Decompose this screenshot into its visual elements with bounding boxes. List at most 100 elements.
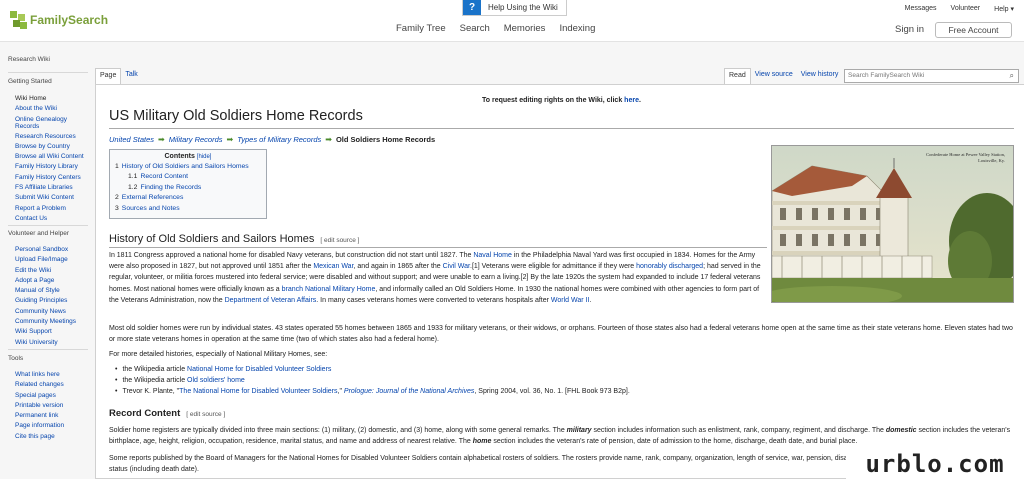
sidebar-item-printable[interactable]: Printable version	[15, 401, 64, 411]
sidebar-item-upload[interactable]: Upload File/Image	[15, 255, 76, 265]
toc-item[interactable]: 1.2 Finding the Records	[128, 183, 266, 193]
edit-source-link[interactable]: [ edit source ]	[186, 411, 225, 418]
sign-in-link[interactable]: Sign in	[895, 24, 924, 35]
nav-indexing[interactable]: Indexing	[559, 23, 595, 34]
toc-item[interactable]: 3 Sources and Notes	[115, 204, 266, 214]
sidebar-item-about[interactable]: About the Wiki	[15, 104, 84, 114]
sidebar-item-cite[interactable]: Cite this page	[15, 432, 64, 442]
toc-item[interactable]: 2 External References	[115, 193, 266, 203]
postcard-illustration	[772, 146, 1013, 302]
sidebar-item-affiliate[interactable]: FS Affiliate Libraries	[15, 183, 84, 193]
sidebar-item-style[interactable]: Manual of Style	[15, 286, 76, 296]
sidebar-divider	[8, 225, 88, 226]
sidebar-item-related[interactable]: Related changes	[15, 380, 64, 390]
tab-talk[interactable]: Talk	[121, 68, 141, 84]
veteran-affairs-link[interactable]: Department of Veteran Affairs	[225, 297, 317, 304]
crumb-military-records[interactable]: Military Records	[169, 135, 223, 144]
sidebar-item-submit[interactable]: Submit Wiki Content	[15, 193, 84, 203]
messages-link[interactable]: Messages	[905, 5, 937, 13]
postcard-caption: Confederate Home at Pewee Valley Station…	[926, 152, 1005, 163]
tab-read[interactable]: Read	[724, 68, 751, 84]
sidebar-item-university[interactable]: Wiki University	[15, 338, 76, 348]
sidebar-item-principles[interactable]: Guiding Principles	[15, 296, 76, 306]
list-item: the Wikipedia article Old soldiers' home	[115, 375, 1005, 386]
crumb-united-states[interactable]: United States	[109, 135, 154, 144]
list-item: the Wikipedia article National Home for …	[115, 364, 1005, 375]
sidebar-divider	[8, 349, 88, 350]
sidebar-item-online-records[interactable]: Online Genealogy Records	[15, 115, 84, 132]
nav-family-tree[interactable]: Family Tree	[396, 23, 446, 34]
nhdvs-wiki-link[interactable]: National Home for Disabled Volunteer Sol…	[187, 366, 331, 373]
sidebar-item-research-resources[interactable]: Research Resources	[15, 132, 84, 142]
sidebar-item-fhl[interactable]: Family History Library	[15, 162, 84, 172]
mexican-war-link[interactable]: Mexican War	[313, 263, 353, 270]
sidebar-item-page-info[interactable]: Page information	[15, 421, 64, 431]
confederate-home-postcard-image[interactable]: Confederate Home at Pewee Valley Station…	[771, 145, 1014, 303]
list-item: Trevor K. Plante, "The National Home for…	[115, 386, 1005, 397]
references-list: the Wikipedia article National Home for …	[115, 364, 1005, 397]
free-account-button[interactable]: Free Account	[935, 22, 1012, 38]
honorably-discharged-link[interactable]: honorably discharged	[636, 263, 703, 270]
sidebar-item-meetings[interactable]: Community Meetings	[15, 317, 76, 327]
detailed-histories-intro: For more detailed histories, especially …	[109, 351, 328, 358]
sidebar-item-permanent[interactable]: Permanent link	[15, 411, 64, 421]
page-title: US Military Old Soldiers Home Records	[109, 108, 363, 124]
sidebar-item-fhc[interactable]: Family History Centers	[15, 173, 84, 183]
toc-item[interactable]: 1.1 Record Content	[128, 172, 266, 182]
toc-title: Contents	[164, 153, 195, 160]
volunteer-link[interactable]: Volunteer	[951, 5, 981, 13]
toc-item[interactable]: 1 History of Old Soldiers and Sailors Hom…	[115, 162, 266, 172]
tree-logo-icon	[10, 11, 28, 29]
help-using-wiki-tab[interactable]: ? Help Using the Wiki	[462, 0, 567, 16]
top-bar: FamilySearch ? Help Using the Wiki Famil…	[0, 0, 1024, 42]
sidebar-heading-volunteer: Volunteer and Helper	[8, 230, 70, 237]
utility-links: Messages Volunteer Help ▾	[905, 5, 1014, 13]
sidebar-item-what-links[interactable]: What links here	[15, 370, 64, 380]
sidebar-item-news[interactable]: Community News	[15, 307, 76, 317]
nav-memories[interactable]: Memories	[504, 23, 546, 34]
sidebar-item-sandbox[interactable]: Personal Sandbox	[15, 245, 76, 255]
sidebar: Research Wiki Getting Started Wiki Home …	[0, 42, 95, 479]
old-soldiers-home-link[interactable]: Old soldiers' home	[187, 377, 245, 384]
prologue-journal-link[interactable]: Prologue: Journal of the National Archiv…	[344, 388, 474, 395]
tab-page[interactable]: Page	[95, 68, 122, 84]
civil-war-link[interactable]: Civil War	[443, 263, 470, 270]
sidebar-item-browse-all[interactable]: Browse all Wiki Content	[15, 152, 84, 162]
sidebar-item-special[interactable]: Special pages	[15, 391, 64, 401]
main-nav: Family Tree Search Memories Indexing	[396, 23, 595, 34]
sidebar-item-browse-country[interactable]: Browse by Country	[15, 142, 84, 152]
nav-search[interactable]: Search	[460, 23, 490, 34]
title-divider	[109, 128, 1014, 129]
sidebar-research-wiki[interactable]: Research Wiki	[8, 56, 50, 63]
naval-home-link[interactable]: Naval Home	[473, 252, 512, 259]
tab-view-history[interactable]: View history	[797, 68, 843, 84]
branch-home-link[interactable]: branch National Military Home	[282, 286, 376, 293]
sidebar-item-adopt[interactable]: Adopt a Page	[15, 276, 76, 286]
toc-hide-toggle[interactable]: [hide]	[197, 154, 212, 160]
sidebar-item-support[interactable]: Wiki Support	[15, 327, 76, 337]
section-divider	[109, 247, 767, 248]
sidebar-item-contact[interactable]: Contact Us	[15, 214, 84, 224]
record-content-paragraph: Soldier home registers are typically div…	[109, 427, 1011, 446]
sidebar-item-edit[interactable]: Edit the Wiki	[15, 266, 76, 276]
plante-article-link[interactable]: The National Home for Disabled Volunteer…	[179, 388, 337, 395]
wiki-search-input[interactable]: Search FamilySearch Wiki ⌕	[844, 69, 1019, 83]
crumb-types-military-records[interactable]: Types of Military Records	[237, 135, 321, 144]
edit-source-link[interactable]: [ edit source ]	[320, 237, 359, 244]
tab-view-source[interactable]: View source	[751, 68, 797, 84]
sidebar-item-wiki-home[interactable]: Wiki Home	[15, 94, 84, 104]
page-tabs: Page Talk	[95, 68, 142, 84]
logo-text: FamilySearch	[30, 13, 109, 27]
sidebar-heading-getting-started: Getting Started	[8, 78, 52, 85]
ww2-link[interactable]: World War II	[551, 297, 590, 304]
search-icon[interactable]: ⌕	[1010, 71, 1014, 81]
section-heading-history: History of Old Soldiers and Sailors Home…	[109, 233, 360, 245]
search-placeholder: Search FamilySearch Wiki	[848, 72, 925, 79]
familysearch-logo[interactable]: FamilySearch	[10, 11, 108, 29]
help-menu[interactable]: Help ▾	[994, 5, 1014, 13]
notice-here-link[interactable]: here	[624, 97, 639, 104]
state-homes-paragraph: Most old soldier homes were run by indiv…	[109, 325, 1013, 344]
sidebar-heading-tools: Tools	[8, 355, 24, 362]
sidebar-item-report[interactable]: Report a Problem	[15, 204, 84, 214]
help-question-icon: ?	[463, 0, 481, 15]
